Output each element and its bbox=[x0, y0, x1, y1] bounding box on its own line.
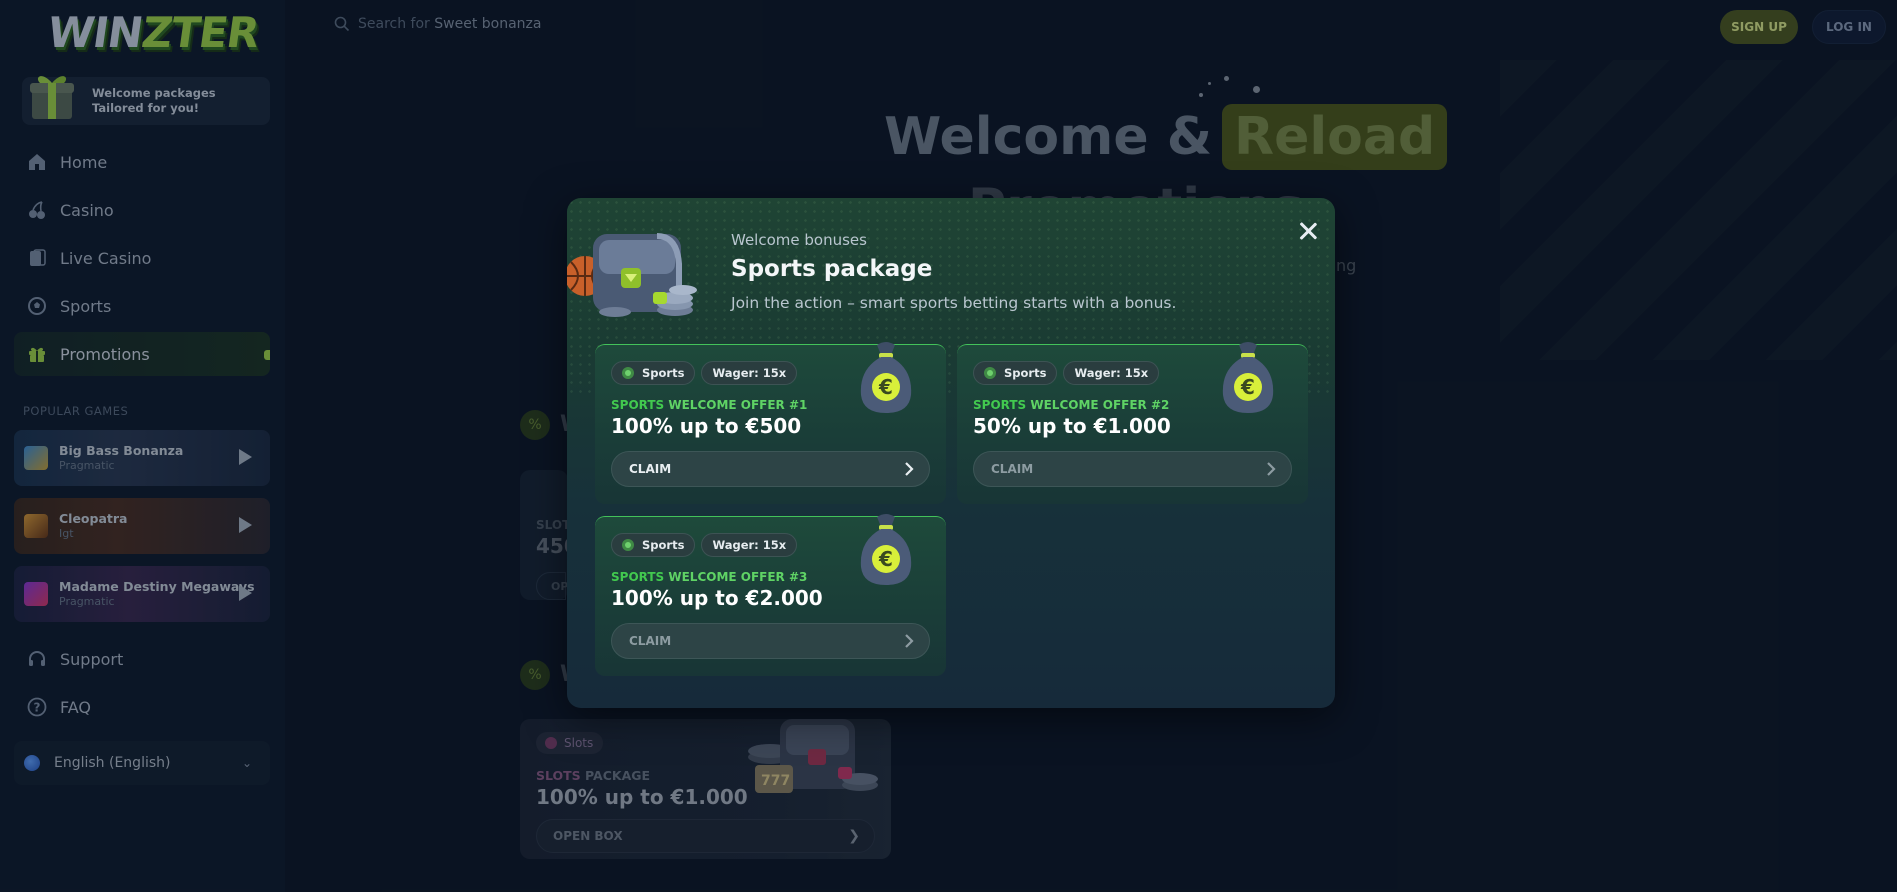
wager-chip: Wager: 15x bbox=[1063, 361, 1160, 385]
offer-card-2: Sports Wager: 15x € SPORTS WELCOME OFFER… bbox=[957, 342, 1308, 504]
offer-card-3: Sports Wager: 15x € SPORTS WELCOME OFFER… bbox=[595, 514, 946, 676]
offer-chips: Sports Wager: 15x bbox=[973, 361, 1160, 385]
offer-title-suffix: WELCOME OFFER #1 bbox=[668, 398, 808, 412]
wager-chip: Wager: 15x bbox=[701, 533, 798, 557]
sports-icon bbox=[622, 367, 634, 379]
sports-chip-label: Sports bbox=[642, 538, 685, 552]
modal-title: Sports package bbox=[731, 256, 933, 282]
offer-title: SPORTS WELCOME OFFER #1 bbox=[611, 398, 807, 412]
claim-button[interactable]: CLAIM bbox=[611, 623, 930, 659]
sports-chip: Sports bbox=[973, 361, 1058, 385]
offer-title: SPORTS WELCOME OFFER #2 bbox=[973, 398, 1169, 412]
svg-text:€: € bbox=[878, 547, 893, 571]
claim-label: CLAIM bbox=[991, 462, 1034, 476]
claim-button[interactable]: CLAIM bbox=[611, 451, 930, 487]
offer-title-prefix: SPORTS bbox=[611, 398, 665, 412]
treasure-chest-basketball-image bbox=[567, 233, 697, 317]
offer-title-prefix: SPORTS bbox=[973, 398, 1027, 412]
claim-label: CLAIM bbox=[629, 634, 672, 648]
chevron-right-icon bbox=[1267, 462, 1276, 476]
offer-title: SPORTS WELCOME OFFER #3 bbox=[611, 570, 807, 584]
svg-text:€: € bbox=[1240, 375, 1255, 399]
euro-money-bag-icon: € bbox=[860, 514, 912, 585]
sports-chip-label: Sports bbox=[642, 366, 685, 380]
claim-button[interactable]: CLAIM bbox=[973, 451, 1292, 487]
sports-chip: Sports bbox=[611, 533, 696, 557]
claim-label: CLAIM bbox=[629, 462, 672, 476]
offer-card-1: Sports Wager: 15x € SPORTS WELCOME OFFER… bbox=[595, 342, 946, 504]
chevron-right-icon bbox=[905, 634, 914, 648]
modal-description: Join the action – smart sports betting s… bbox=[731, 294, 1177, 312]
sports-icon bbox=[622, 539, 634, 551]
close-icon[interactable] bbox=[1298, 221, 1318, 241]
sports-chip: Sports bbox=[611, 361, 696, 385]
chevron-right-icon bbox=[905, 462, 914, 476]
offer-chips: Sports Wager: 15x bbox=[611, 361, 798, 385]
offer-value: 100% up to €2.000 bbox=[611, 586, 823, 610]
wager-chip: Wager: 15x bbox=[701, 361, 798, 385]
offer-value: 100% up to €500 bbox=[611, 414, 802, 438]
offer-title-prefix: SPORTS bbox=[611, 570, 665, 584]
euro-money-bag-icon: € bbox=[1222, 342, 1274, 413]
sports-package-modal: Welcome bonuses Sports package Join the … bbox=[567, 198, 1335, 708]
offer-chips: Sports Wager: 15x bbox=[611, 533, 798, 557]
offer-title-suffix: WELCOME OFFER #3 bbox=[668, 570, 808, 584]
offer-title-suffix: WELCOME OFFER #2 bbox=[1030, 398, 1170, 412]
modal-subtitle: Welcome bonuses bbox=[731, 231, 867, 249]
sports-icon bbox=[984, 367, 996, 379]
svg-text:€: € bbox=[878, 375, 893, 399]
sports-chip-label: Sports bbox=[1004, 366, 1047, 380]
offer-value: 50% up to €1.000 bbox=[973, 414, 1171, 438]
euro-money-bag-icon: € bbox=[860, 342, 912, 413]
